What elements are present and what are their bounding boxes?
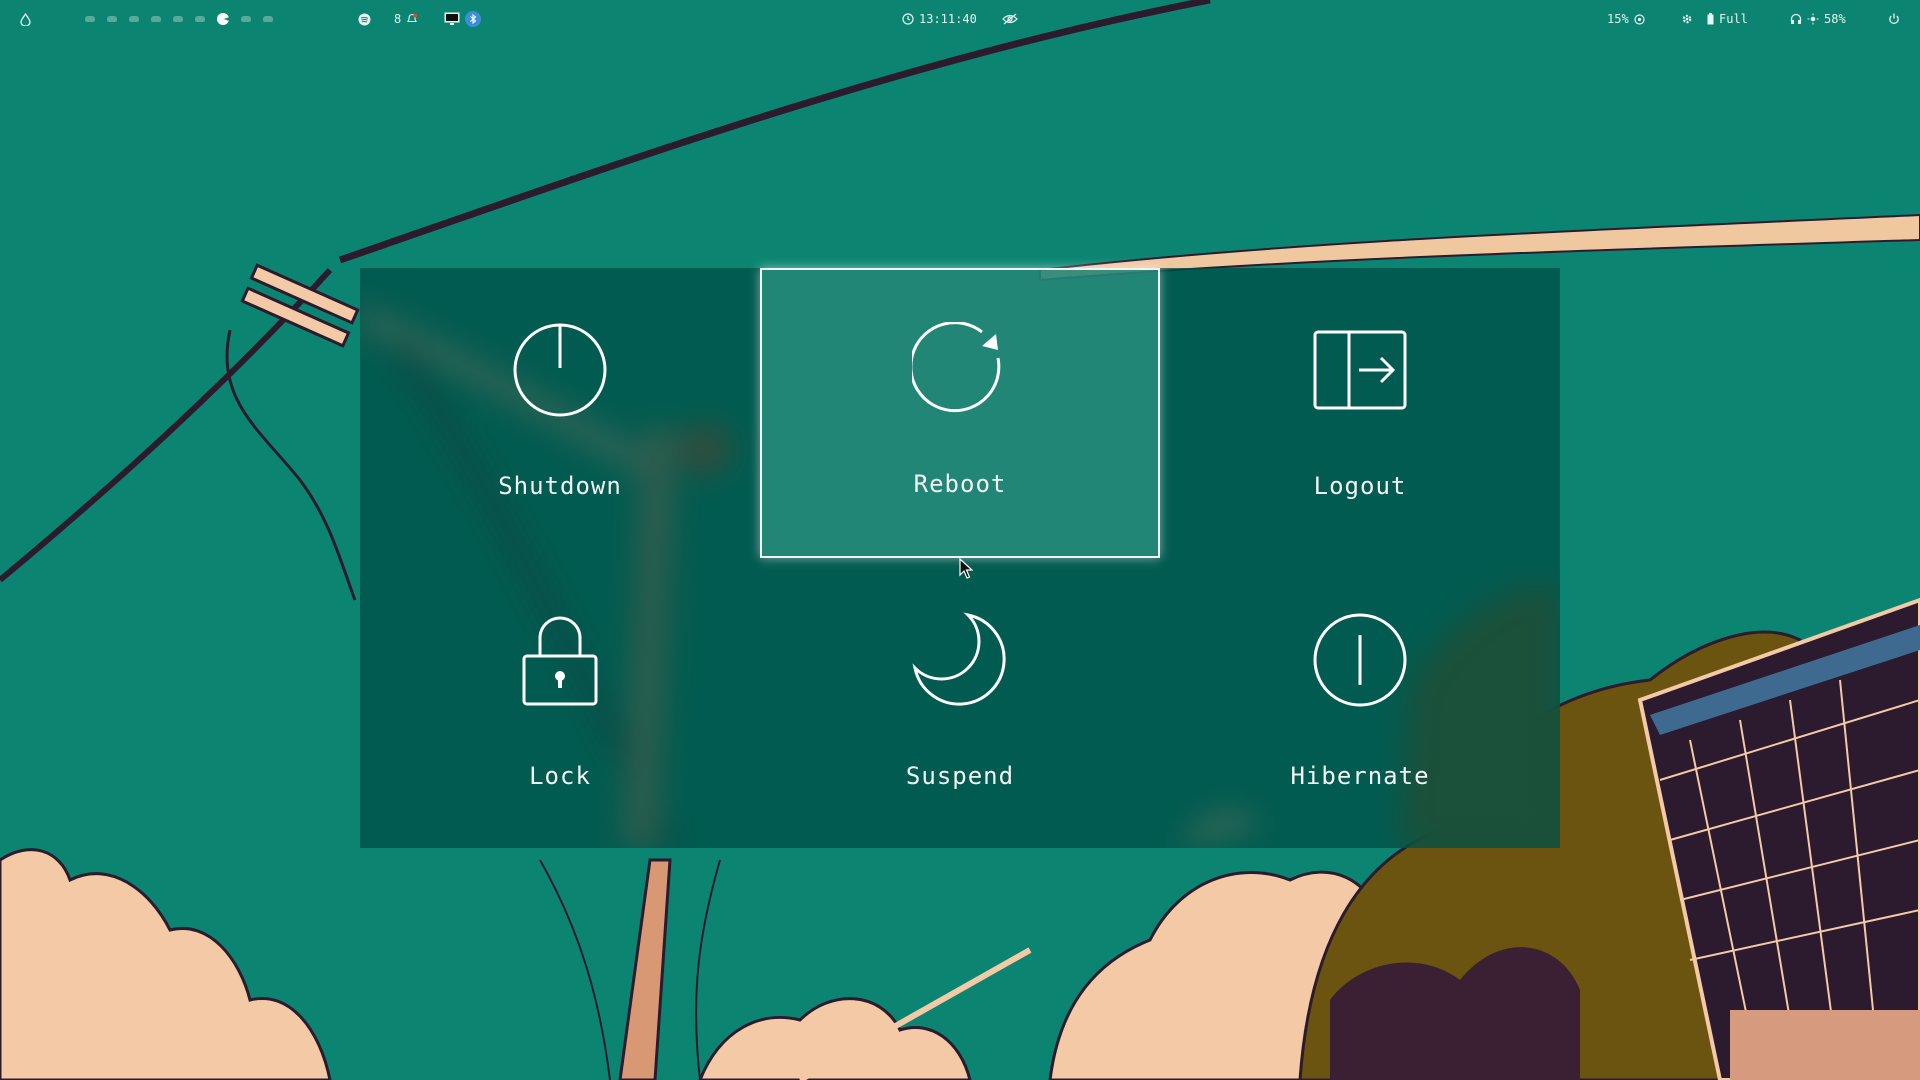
workspace-6[interactable] bbox=[195, 16, 205, 22]
brightness-value: 58% bbox=[1824, 12, 1846, 26]
lock-icon bbox=[512, 612, 608, 708]
workspace-5[interactable] bbox=[173, 16, 183, 22]
headset-icon bbox=[1790, 13, 1802, 25]
workspace-switcher bbox=[85, 0, 273, 38]
brightness-icon bbox=[1807, 13, 1819, 25]
notification-count: 8 bbox=[394, 12, 402, 26]
battery-icon bbox=[1707, 13, 1714, 25]
cpu-icon bbox=[1634, 13, 1645, 25]
workspace-4[interactable] bbox=[151, 16, 161, 22]
audio-brightness-widget[interactable]: 58% bbox=[1790, 0, 1846, 38]
lock-option[interactable]: Lock bbox=[360, 558, 760, 848]
mouse-cursor-icon bbox=[959, 558, 973, 579]
lock-label: Lock bbox=[529, 762, 591, 790]
logout-icon bbox=[1312, 322, 1408, 418]
launcher-button[interactable] bbox=[20, 0, 31, 38]
system-tray bbox=[444, 0, 481, 38]
workspace-3[interactable] bbox=[129, 16, 139, 22]
screen-icon[interactable] bbox=[444, 12, 460, 26]
suspend-option[interactable]: Suspend bbox=[760, 558, 1160, 848]
bell-icon bbox=[406, 13, 418, 25]
suspend-icon bbox=[912, 612, 1008, 708]
shutdown-label: Shutdown bbox=[498, 472, 622, 500]
notifications-button[interactable]: 8 bbox=[394, 0, 418, 38]
music-button[interactable] bbox=[358, 0, 371, 38]
eye-off-icon bbox=[1002, 13, 1018, 25]
shutdown-icon bbox=[512, 322, 608, 418]
reboot-label: Reboot bbox=[913, 470, 1007, 498]
workspace-7-active[interactable] bbox=[217, 13, 229, 25]
spotify-icon bbox=[358, 13, 371, 26]
power-menu-button[interactable] bbox=[1888, 0, 1900, 38]
suspend-label: Suspend bbox=[905, 762, 1015, 790]
power-icon bbox=[1888, 13, 1900, 25]
settings-button[interactable] bbox=[1681, 0, 1693, 38]
reboot-icon bbox=[912, 322, 1008, 418]
workspace-1[interactable] bbox=[85, 16, 95, 22]
drop-icon bbox=[20, 12, 31, 26]
logout-option[interactable]: Logout bbox=[1160, 268, 1560, 558]
hibernate-option[interactable]: Hibernate bbox=[1160, 558, 1560, 848]
cpu-widget[interactable]: 15% bbox=[1607, 0, 1645, 38]
hibernate-label: Hibernate bbox=[1290, 762, 1430, 790]
workspace-9[interactable] bbox=[263, 16, 273, 22]
clock-text: 13:11:40 bbox=[919, 12, 977, 26]
clock-icon bbox=[902, 13, 914, 25]
shutdown-option[interactable]: Shutdown bbox=[360, 268, 760, 558]
clock-widget[interactable]: 13:11:40 bbox=[902, 0, 977, 38]
idle-inhibitor-button[interactable] bbox=[1002, 0, 1018, 38]
logout-label: Logout bbox=[1313, 472, 1407, 500]
battery-widget[interactable]: Full bbox=[1707, 0, 1748, 38]
top-bar: 8 13:11:40 15% Full 58% bbox=[0, 0, 1920, 38]
cpu-value: 15% bbox=[1607, 12, 1629, 26]
workspace-2[interactable] bbox=[107, 16, 117, 22]
reboot-option[interactable]: Reboot bbox=[760, 268, 1160, 558]
gear-icon bbox=[1681, 13, 1693, 25]
hibernate-icon bbox=[1312, 612, 1408, 708]
workspace-8[interactable] bbox=[241, 16, 251, 22]
bluetooth-icon[interactable] bbox=[465, 11, 481, 27]
battery-status: Full bbox=[1719, 12, 1748, 26]
